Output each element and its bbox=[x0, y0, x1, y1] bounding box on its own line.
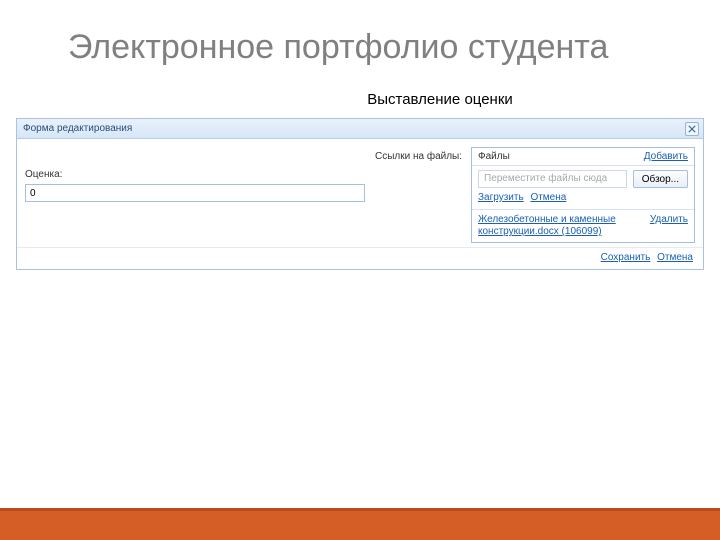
dialog-footer: Сохранить Отмена bbox=[17, 247, 703, 269]
delete-file-link[interactable]: Удалить bbox=[650, 214, 688, 226]
file-list-item: Железобетонные и каменные конструкции.do… bbox=[472, 209, 694, 242]
file-name-link[interactable]: Железобетонные и каменные конструкции.do… bbox=[478, 214, 650, 238]
upload-row: Переместите файлы сюда Обзор... bbox=[472, 166, 694, 192]
page-subtitle: Выставление оценки bbox=[0, 91, 720, 108]
files-label: Ссылки на файлы: bbox=[375, 151, 462, 162]
dialog-body: Оценка: Ссылки на файлы: Файлы Добавить … bbox=[17, 139, 703, 247]
grade-label: Оценка: bbox=[25, 169, 365, 180]
file-dropzone[interactable]: Переместите файлы сюда bbox=[478, 170, 627, 188]
files-panel: Файлы Добавить Переместите файлы сюда Об… bbox=[471, 147, 695, 243]
page-title: Электронное портфолио студента bbox=[0, 0, 720, 67]
edit-form-dialog: Форма редактирования Оценка: Ссылки на ф… bbox=[16, 118, 704, 270]
left-column: Оценка: bbox=[25, 147, 365, 243]
add-file-link[interactable]: Добавить bbox=[644, 151, 688, 162]
slide-footer-bar bbox=[0, 508, 720, 540]
cancel-button[interactable]: Отмена bbox=[657, 252, 693, 263]
close-button[interactable] bbox=[685, 122, 699, 136]
upload-link[interactable]: Загрузить bbox=[478, 192, 524, 203]
cancel-upload-link[interactable]: Отмена bbox=[530, 192, 566, 203]
dialog-title: Форма редактирования bbox=[23, 123, 132, 134]
upload-actions: Загрузить Отмена bbox=[472, 192, 694, 209]
right-column: Ссылки на файлы: Файлы Добавить Перемест… bbox=[375, 147, 695, 243]
dialog-titlebar: Форма редактирования bbox=[17, 119, 703, 139]
save-button[interactable]: Сохранить bbox=[601, 252, 651, 263]
close-icon bbox=[688, 125, 696, 133]
files-header-label: Файлы bbox=[478, 151, 510, 162]
browse-button[interactable]: Обзор... bbox=[633, 170, 688, 188]
files-header: Файлы Добавить bbox=[472, 148, 694, 166]
grade-input[interactable] bbox=[25, 184, 365, 202]
